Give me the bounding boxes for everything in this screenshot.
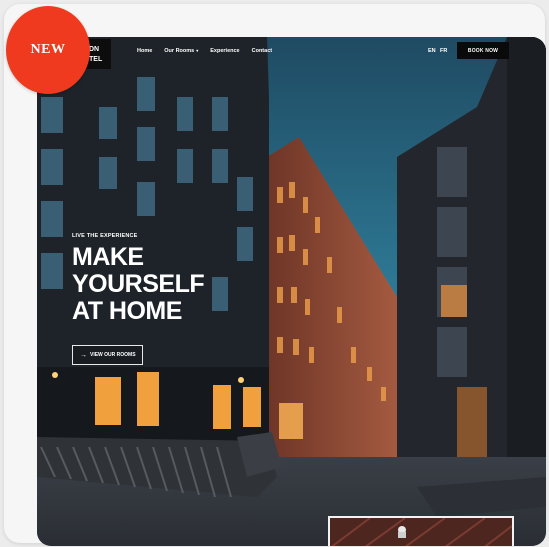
language-en[interactable]: EN — [428, 48, 436, 54]
new-badge: NEW — [6, 6, 90, 94]
hero-headline: MAKE YOURSELF AT HOME — [72, 243, 205, 325]
hero-eyebrow: LIVE THE EXPERIENCE — [72, 233, 138, 239]
nav-link-home[interactable]: Home — [137, 48, 152, 54]
nav-link-our-rooms[interactable]: Our Rooms ▾ — [164, 48, 198, 54]
preview-card[interactable]: DN TEL Home Our Rooms ▾ Experience Contac… — [4, 4, 546, 546]
chevron-down-icon: ▾ — [196, 48, 199, 53]
book-now-button[interactable]: BOOK NOW — [457, 42, 509, 59]
room-thumbnail[interactable] — [328, 516, 514, 546]
language-fr[interactable]: FR — [440, 48, 447, 54]
view-rooms-button[interactable]: → VIEW OUR ROOMS — [72, 345, 143, 365]
nav-link-experience[interactable]: Experience — [210, 48, 239, 54]
website-screenshot: DN TEL Home Our Rooms ▾ Experience Contac… — [37, 37, 546, 546]
arrow-right-icon: → — [80, 351, 87, 359]
room-thumbnail-image — [330, 518, 512, 546]
nav-link-contact[interactable]: Contact — [252, 48, 272, 54]
main-nav: Home Our Rooms ▾ Experience Contact — [137, 48, 272, 54]
